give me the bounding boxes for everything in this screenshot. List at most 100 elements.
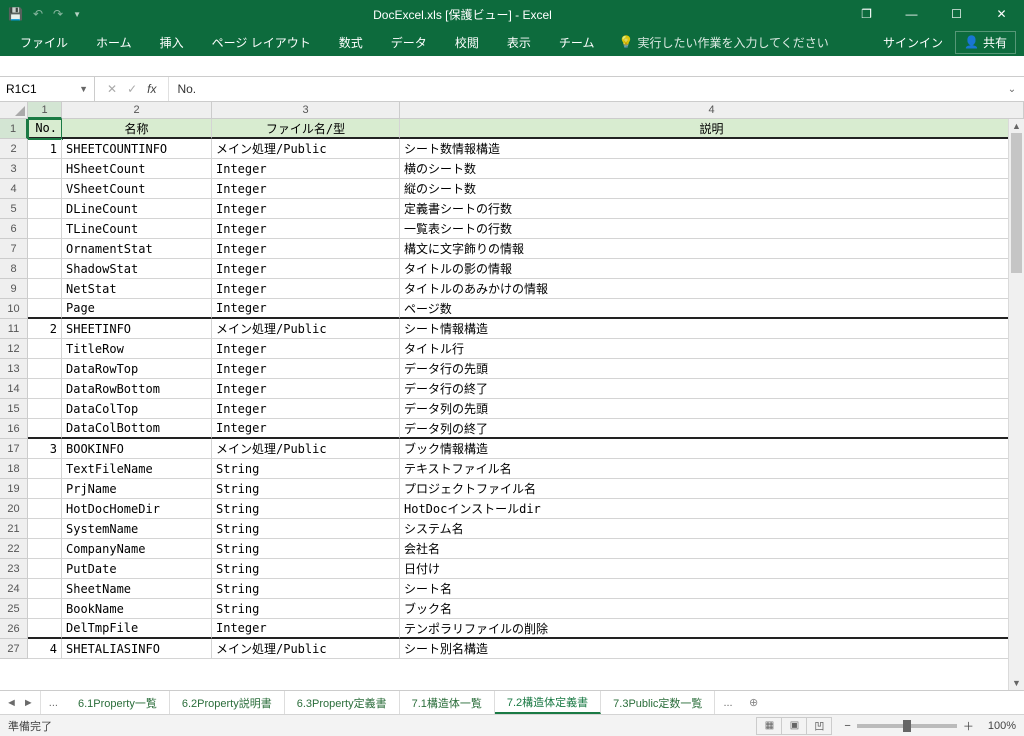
cell[interactable]: ブック情報構造 <box>400 439 1024 459</box>
cell[interactable]: DataColBottom <box>62 419 212 439</box>
cell[interactable] <box>28 399 62 419</box>
cell[interactable]: Integer <box>212 619 400 639</box>
save-icon[interactable]: 💾 <box>8 7 23 21</box>
cell[interactable]: データ列の終了 <box>400 419 1024 439</box>
page-break-view-icon[interactable]: 凹 <box>806 717 832 735</box>
row-header[interactable]: 14 <box>0 379 28 399</box>
sheet-nav-buttons[interactable]: ◄ ► <box>0 691 41 714</box>
row-header[interactable]: 2 <box>0 139 28 159</box>
close-icon[interactable]: ✕ <box>979 0 1024 28</box>
cell[interactable] <box>28 419 62 439</box>
cell[interactable]: プロジェクトファイル名 <box>400 479 1024 499</box>
cell[interactable]: データ行の先頭 <box>400 359 1024 379</box>
row-header[interactable]: 18 <box>0 459 28 479</box>
cell[interactable]: 3 <box>28 439 62 459</box>
scroll-down-icon[interactable]: ▼ <box>1009 676 1024 690</box>
formula-input[interactable]: No. <box>169 82 1000 96</box>
cell[interactable]: HotDocインストールdir <box>400 499 1024 519</box>
row-header[interactable]: 11 <box>0 319 28 339</box>
header-cell[interactable]: No. <box>28 119 62 139</box>
cell[interactable]: String <box>212 599 400 619</box>
cell[interactable] <box>28 219 62 239</box>
cell[interactable] <box>28 339 62 359</box>
sheet-tab[interactable]: 6.1Property一覧 <box>66 691 170 714</box>
ribbon-tab-insert[interactable]: 挿入 <box>148 30 196 55</box>
row-header[interactable]: 24 <box>0 579 28 599</box>
cell[interactable]: Integer <box>212 339 400 359</box>
cell[interactable]: タイトルのあみかけの情報 <box>400 279 1024 299</box>
qat-dropdown-icon[interactable]: ▼ <box>73 10 81 19</box>
cell[interactable] <box>28 159 62 179</box>
cell[interactable]: Integer <box>212 259 400 279</box>
row-header[interactable]: 6 <box>0 219 28 239</box>
row-header[interactable]: 4 <box>0 179 28 199</box>
sheet-overflow-right[interactable]: ... <box>715 691 740 714</box>
cell[interactable] <box>28 499 62 519</box>
cell[interactable]: DLineCount <box>62 199 212 219</box>
cell[interactable] <box>28 459 62 479</box>
cell[interactable]: メイン処理/Public <box>212 319 400 339</box>
cell[interactable]: CompanyName <box>62 539 212 559</box>
cell[interactable]: 4 <box>28 639 62 659</box>
name-box[interactable]: R1C1 ▼ <box>0 77 95 101</box>
cell[interactable] <box>28 619 62 639</box>
row-header[interactable]: 19 <box>0 479 28 499</box>
cell[interactable]: String <box>212 479 400 499</box>
cell[interactable]: ページ数 <box>400 299 1024 319</box>
cell[interactable]: Integer <box>212 199 400 219</box>
cell[interactable]: Integer <box>212 179 400 199</box>
zoom-slider[interactable] <box>857 724 957 728</box>
undo-icon[interactable]: ↶ <box>33 7 43 21</box>
cell[interactable] <box>28 599 62 619</box>
cell[interactable] <box>28 359 62 379</box>
cell[interactable]: 日付け <box>400 559 1024 579</box>
cell[interactable]: 横のシート数 <box>400 159 1024 179</box>
cell[interactable]: タイトル行 <box>400 339 1024 359</box>
cell[interactable]: String <box>212 579 400 599</box>
column-header[interactable]: 1 <box>28 102 62 119</box>
cell[interactable] <box>28 519 62 539</box>
cell[interactable]: シート別名構造 <box>400 639 1024 659</box>
header-cell[interactable]: ファイル名/型 <box>212 119 400 139</box>
column-header[interactable]: 2 <box>62 102 212 119</box>
cell[interactable]: シート数情報構造 <box>400 139 1024 159</box>
row-header[interactable]: 22 <box>0 539 28 559</box>
cell[interactable]: HotDocHomeDir <box>62 499 212 519</box>
cell[interactable]: DataColTop <box>62 399 212 419</box>
ribbon-tab-review[interactable]: 校閲 <box>443 30 491 55</box>
normal-view-icon[interactable]: ▦ <box>756 717 782 735</box>
cell[interactable] <box>28 199 62 219</box>
sheet-tab[interactable]: 6.3Property定義書 <box>285 691 400 714</box>
cell[interactable] <box>28 539 62 559</box>
zoom-out-button[interactable]: − <box>844 720 850 732</box>
cell[interactable]: Integer <box>212 279 400 299</box>
row-header[interactable]: 21 <box>0 519 28 539</box>
cell[interactable]: String <box>212 539 400 559</box>
sheet-tab[interactable]: 7.3Public定数一覧 <box>601 691 715 714</box>
cell[interactable]: Integer <box>212 299 400 319</box>
cell[interactable]: Integer <box>212 419 400 439</box>
cell[interactable]: 会社名 <box>400 539 1024 559</box>
cell[interactable]: 定義書シートの行数 <box>400 199 1024 219</box>
cell[interactable] <box>28 559 62 579</box>
nav-prev-icon[interactable]: ◄ <box>6 697 17 709</box>
cell[interactable]: Integer <box>212 239 400 259</box>
cell[interactable] <box>28 239 62 259</box>
cell[interactable]: 構文に文字飾りの情報 <box>400 239 1024 259</box>
cell[interactable]: タイトルの影の情報 <box>400 259 1024 279</box>
page-layout-view-icon[interactable]: ▣ <box>781 717 807 735</box>
cell[interactable]: BookName <box>62 599 212 619</box>
signin-link[interactable]: サインイン <box>883 34 943 51</box>
cell[interactable]: Integer <box>212 159 400 179</box>
add-sheet-button[interactable]: ⊕ <box>741 691 767 714</box>
row-header[interactable]: 20 <box>0 499 28 519</box>
vertical-scrollbar[interactable]: ▲ ▼ <box>1008 119 1024 690</box>
row-header[interactable]: 25 <box>0 599 28 619</box>
ribbon-tab-home[interactable]: ホーム <box>84 30 144 55</box>
cell[interactable]: TextFileName <box>62 459 212 479</box>
column-header[interactable]: 4 <box>400 102 1024 119</box>
row-header[interactable]: 26 <box>0 619 28 639</box>
scroll-up-icon[interactable]: ▲ <box>1009 119 1024 133</box>
sheet-tab[interactable]: 7.1構造体一覧 <box>400 691 495 714</box>
cell[interactable] <box>28 299 62 319</box>
